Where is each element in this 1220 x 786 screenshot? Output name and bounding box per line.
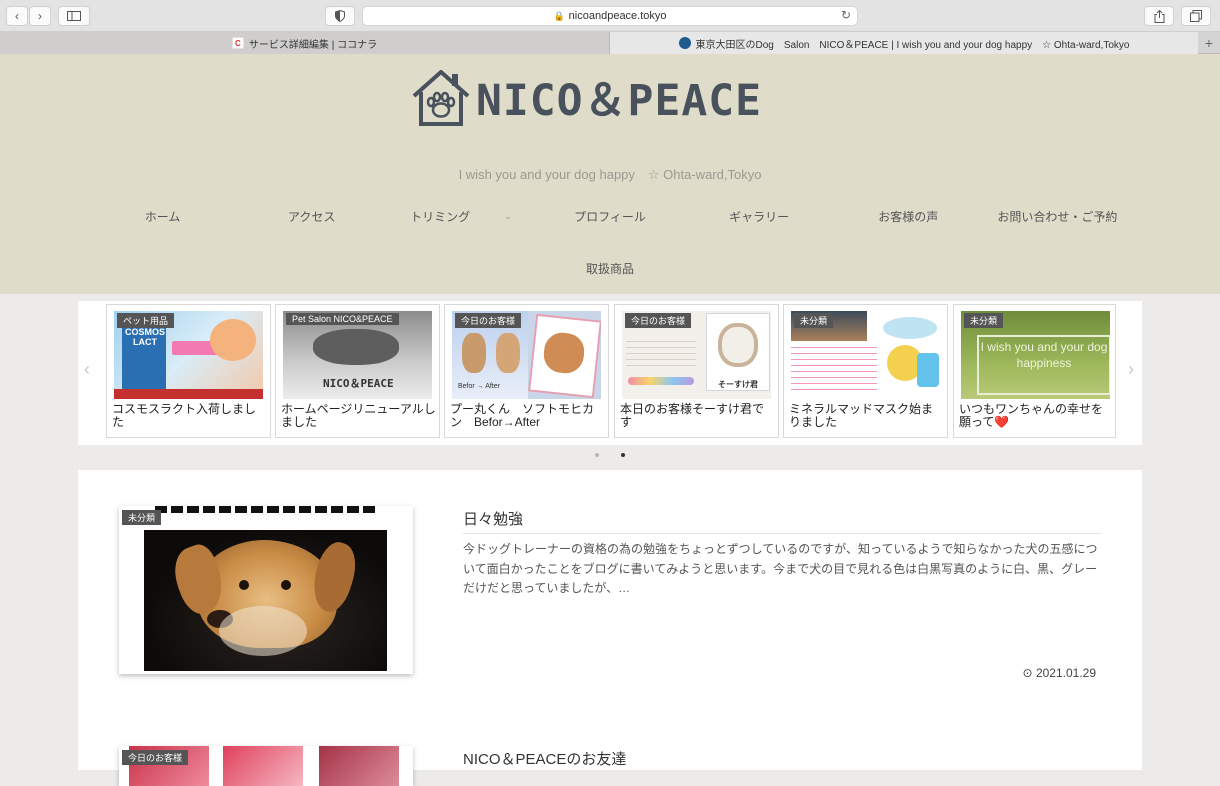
logo-text: NICO＆PEACE — [476, 76, 762, 126]
card-title: コスモスラクト入荷しました — [112, 402, 257, 429]
share-icon — [1154, 9, 1164, 23]
card-thumbnail: そーすけ君 今日のお客様 — [622, 311, 771, 399]
tab-title: 東京大田区のDog Salon NICO＆PEACE | I wish you … — [695, 39, 1130, 51]
card-title: いつもワンちゃんの幸せを願って❤️ — [959, 402, 1104, 429]
card-category-badge: 今日のお客様 — [455, 313, 522, 328]
reload-icon[interactable]: ↻ — [841, 8, 851, 22]
post-title[interactable]: NICO＆PEACEのお友達 — [463, 748, 626, 769]
coconala-favicon-icon: C — [231, 37, 244, 49]
nav-label: トリミング — [410, 209, 471, 224]
card-thumbnail: 未分類 — [791, 311, 940, 399]
card-title: 本日のお客様そーすけ君です — [620, 402, 765, 429]
carousel-dot-2[interactable] — [621, 453, 625, 457]
card-category-badge: 今日のお客様 — [625, 313, 692, 328]
sidebar-icon — [67, 11, 81, 21]
post-list: 未分類 日々勉強 今ドッグトレーナーの資格の為の勉強をちょっとずつしているのです… — [78, 470, 1142, 786]
share-button[interactable] — [1144, 6, 1174, 26]
post-excerpt: 今ドッグトレーナーの資格の為の勉強をちょっとずつしているのですが、知っているよう… — [463, 542, 1098, 595]
nav-profile[interactable]: プロフィール — [535, 206, 684, 226]
carousel-prev-button[interactable]: ‹ — [84, 359, 90, 380]
carousel-next-button[interactable]: › — [1128, 359, 1134, 380]
nav-trimming[interactable]: トリミング ⌄ — [386, 206, 535, 226]
tab-nico-peace[interactable]: 東京大田区のDog Salon NICO＆PEACE | I wish you … — [610, 32, 1198, 54]
carousel-card[interactable]: 未分類 ミネラルマッドマスク始まりました — [783, 304, 948, 438]
post-date-text: 2021.01.29 — [1035, 666, 1096, 680]
card-category-badge: ペット用品 — [117, 313, 175, 328]
carousel-card[interactable]: I wish you and your dog happiness 未分類 いつ… — [953, 304, 1116, 438]
card-title: ミネラルマッドマスク始まりました — [789, 402, 934, 429]
nav-label: ホーム — [144, 209, 181, 224]
tab-bar: C サービス詳細編集 | ココナラ 東京大田区のDog Salon NICO＆P… — [0, 32, 1220, 54]
tabs-overview-button[interactable] — [1181, 6, 1211, 26]
house-paw-icon — [412, 70, 470, 126]
card-category-badge: 未分類 — [964, 313, 1004, 328]
card-title: ホームページリニューアルしました — [281, 402, 436, 429]
main-nav: ホーム アクセス トリミング ⌄ プロフィール ギャラリー お客様の声 お問い合わ… — [88, 206, 1132, 226]
featured-carousel: ‹ › COSMOS LACT ペット用品 コスモスラクト入荷しました NICO… — [78, 301, 1142, 445]
url-text: nicoandpeace.tokyo — [568, 10, 667, 22]
chevron-left-icon: ‹ — [84, 359, 90, 379]
main-nav-row-2: 取扱商品 — [0, 258, 1220, 278]
chevron-left-icon: ‹ — [15, 9, 19, 23]
card-title: プー丸くん ソフトモヒカン Befor→After — [450, 402, 595, 429]
carousel-card[interactable]: Befor → After 今日のお客様 プー丸くん ソフトモヒカン Befor… — [444, 304, 609, 438]
card-thumbnail: NICO＆PEACE Pet Salon NICO&PEACE — [283, 311, 432, 399]
nav-gallery[interactable]: ギャラリー — [685, 206, 834, 226]
nav-access[interactable]: アクセス — [237, 206, 386, 226]
tabs-icon — [1190, 10, 1202, 22]
carousel-pagination — [0, 453, 1220, 457]
browser-toolbar: ‹ › 🔒 nicoandpeace.tokyo ↻ — [0, 0, 1220, 32]
clock-icon: ⊙ — [1022, 666, 1033, 680]
nav-label: 取扱商品 — [585, 261, 634, 276]
card-thumbnail: COSMOS LACT ペット用品 — [114, 311, 263, 399]
sidebar-toggle-button[interactable] — [58, 6, 90, 26]
post-thumbnail[interactable]: 未分類 — [119, 506, 413, 674]
site-header: NICO＆PEACE I wish you and your dog happy… — [0, 54, 1220, 294]
site-tagline: I wish you and your dog happy ☆ Ohta-war… — [458, 167, 762, 182]
lock-icon: 🔒 — [553, 10, 565, 21]
card-category-badge: Pet Salon NICO&PEACE — [286, 313, 399, 325]
thumb-text: NICO＆PEACE — [323, 377, 394, 390]
nav-label: お客様の声 — [878, 209, 939, 224]
post-divider — [463, 533, 1101, 534]
nav-testimonials[interactable]: お客様の声 — [834, 206, 983, 226]
thumb-text: COSMOS LACT — [124, 327, 165, 347]
tab-coconala[interactable]: C サービス詳細編集 | ココナラ — [0, 32, 610, 54]
carousel-card[interactable]: NICO＆PEACE Pet Salon NICO&PEACE ホームページリニ… — [275, 304, 440, 438]
plus-icon: + — [1204, 35, 1214, 51]
privacy-report-button[interactable] — [325, 6, 355, 26]
card-thumbnail: Befor → After 今日のお客様 — [452, 311, 601, 399]
carousel-card[interactable]: そーすけ君 今日のお客様 本日のお客様そーすけ君です — [614, 304, 779, 438]
back-button[interactable]: ‹ — [6, 6, 28, 26]
thumb-text: Befor → After — [458, 383, 501, 390]
nav-label: プロフィール — [574, 209, 646, 224]
nav-products[interactable]: 取扱商品 — [586, 258, 634, 278]
chevron-down-icon: ⌄ — [504, 210, 512, 221]
post-title[interactable]: 日々勉強 — [463, 508, 523, 529]
thumb-text: そーすけ君 — [718, 380, 758, 389]
card-category-badge: 未分類 — [794, 313, 834, 328]
post-thumbnail[interactable]: 今日のお客様 — [119, 746, 413, 786]
nav-label: お問い合わせ・ご予約 — [997, 209, 1118, 224]
nav-label: ギャラリー — [729, 209, 790, 224]
nav-contact[interactable]: お問い合わせ・ご予約 — [983, 206, 1132, 226]
chevron-right-icon: › — [1128, 359, 1134, 379]
address-bar[interactable]: 🔒 nicoandpeace.tokyo ↻ — [362, 6, 858, 26]
card-thumbnail: I wish you and your dog happiness 未分類 — [961, 311, 1110, 399]
post-date: ⊙ 2021.01.29 — [1023, 666, 1096, 680]
forward-button[interactable]: › — [29, 6, 51, 26]
nav-label: アクセス — [288, 209, 336, 224]
new-tab-button[interactable]: + — [1198, 32, 1220, 54]
nav-home[interactable]: ホーム — [88, 206, 237, 226]
site-logo[interactable]: NICO＆PEACE — [410, 64, 810, 130]
chevron-right-icon: › — [38, 9, 42, 23]
post-category-badge: 未分類 — [122, 510, 162, 525]
carousel-dot-1[interactable] — [595, 453, 599, 457]
tab-title: サービス詳細編集 | ココナラ — [248, 39, 378, 51]
site-favicon-icon — [678, 37, 691, 49]
thumb-text: I wish you and your dog happiness — [980, 340, 1108, 370]
carousel-card[interactable]: COSMOS LACT ペット用品 コスモスラクト入荷しました — [106, 304, 271, 438]
shield-icon — [335, 10, 345, 22]
